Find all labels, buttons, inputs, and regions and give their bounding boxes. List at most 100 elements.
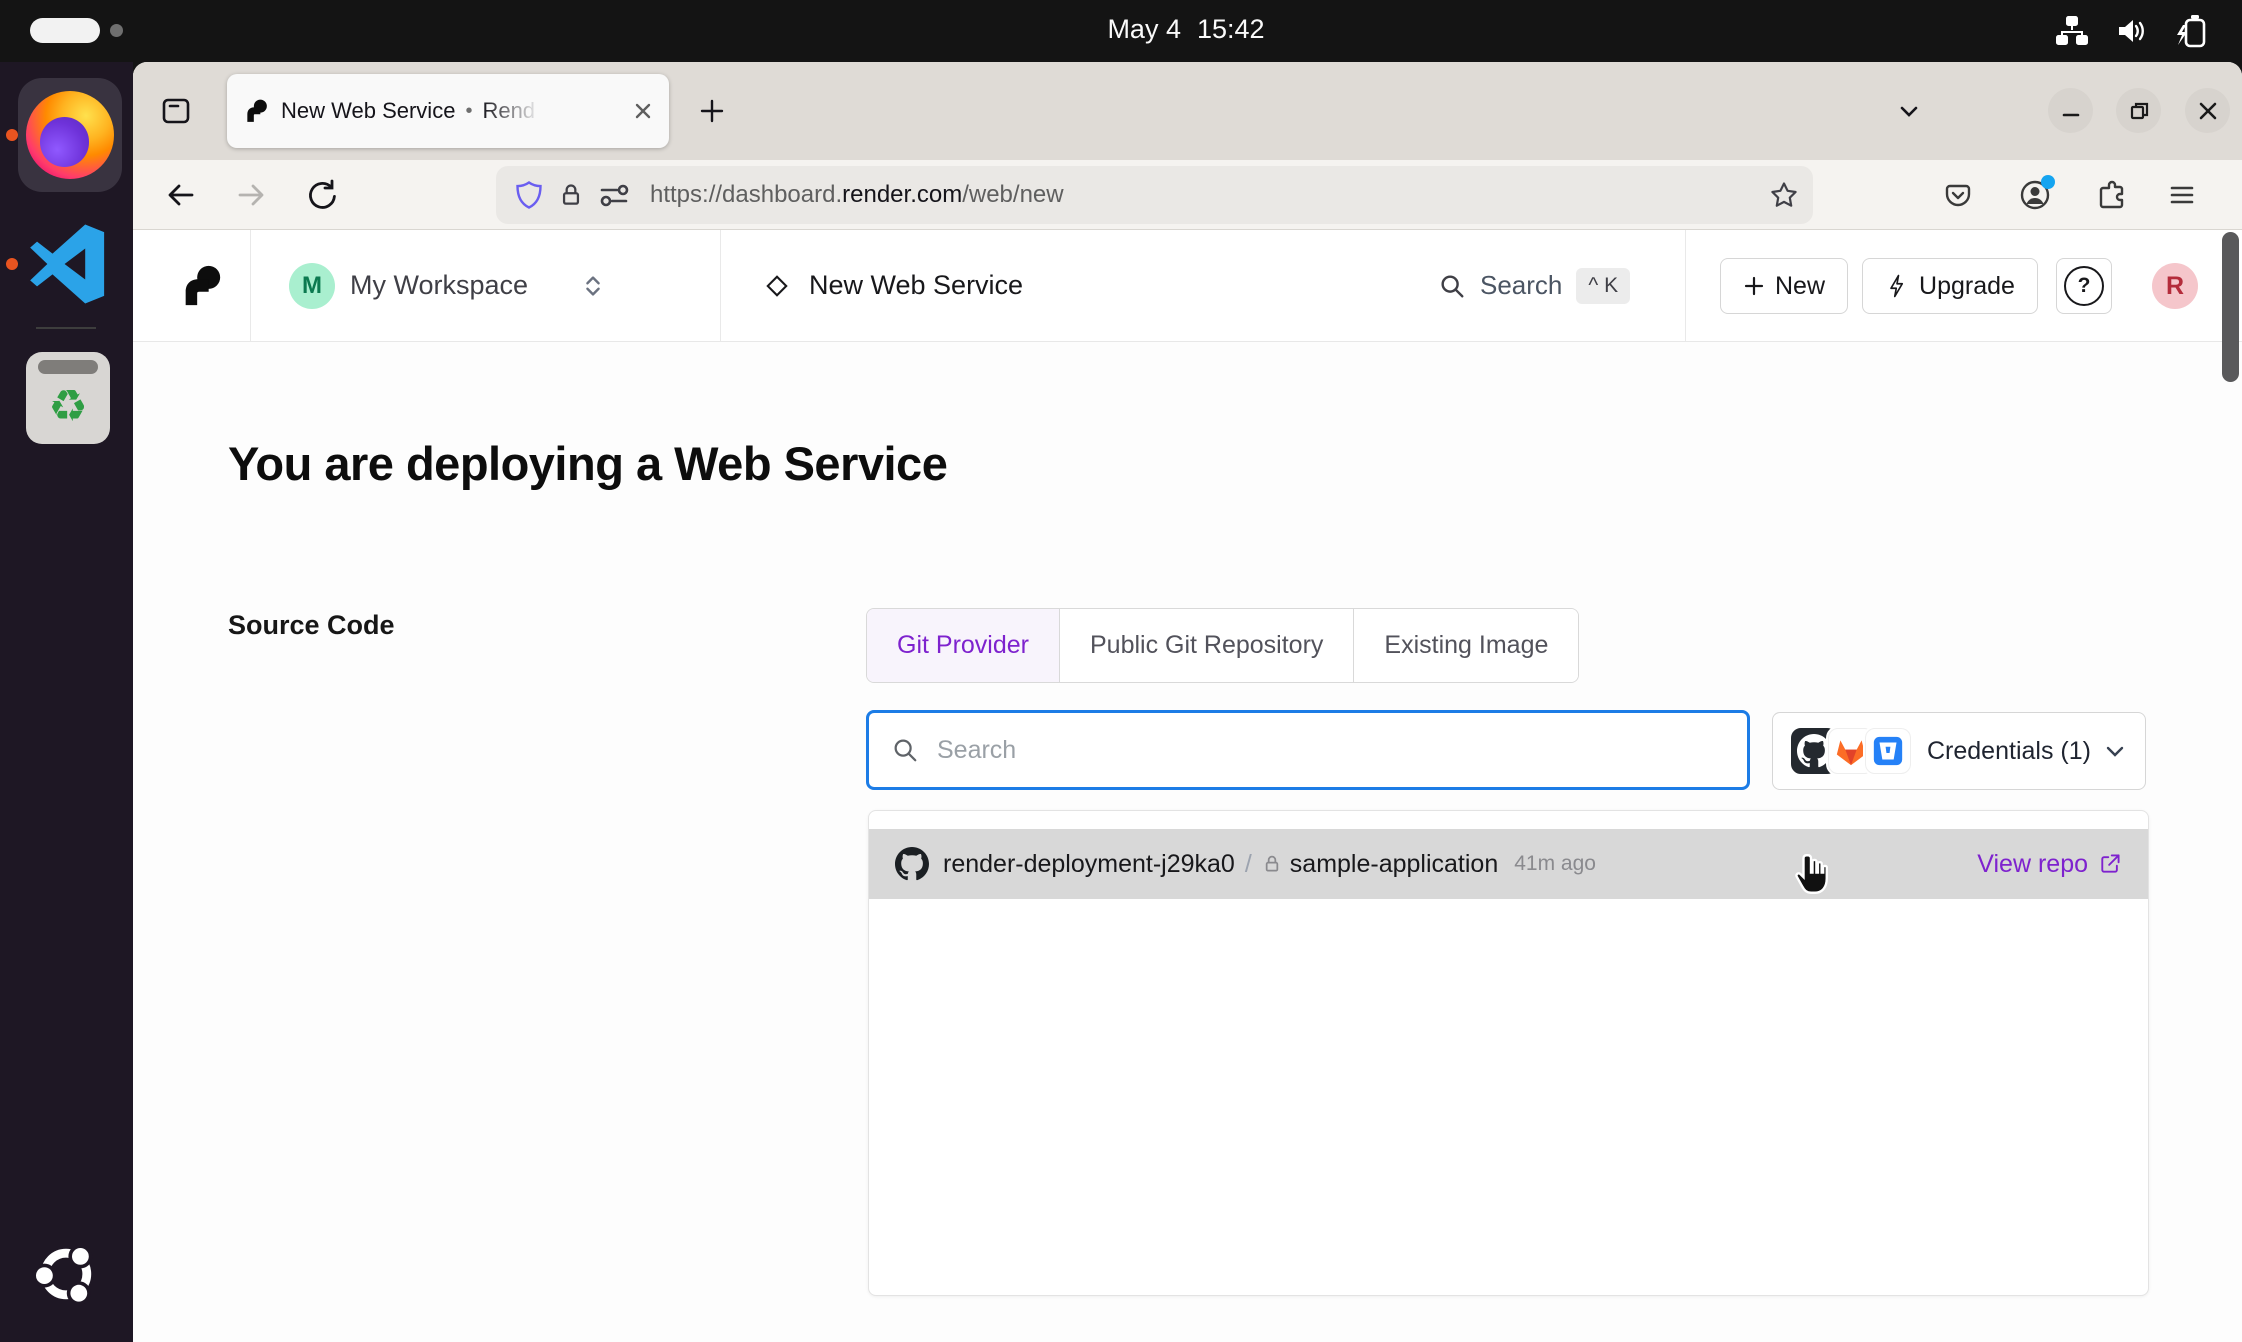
firefox-running-dot: [6, 129, 18, 141]
plus-icon: [1743, 275, 1765, 297]
bitbucket-icon: [1865, 728, 1911, 774]
dock: ♻: [0, 62, 133, 1342]
navigation-bar: https://dashboard.render.com/web/new: [133, 160, 2242, 230]
dock-item-vscode[interactable]: [22, 218, 114, 310]
battery-icon: [2174, 13, 2210, 49]
close-window-icon[interactable]: [2185, 88, 2230, 133]
account-icon[interactable]: [2013, 173, 2057, 217]
firefox-icon: [26, 91, 114, 179]
browser-tab[interactable]: New Web Service • Rend: [227, 74, 669, 148]
volume-icon: [2114, 13, 2150, 49]
user-avatar[interactable]: R: [2152, 263, 2198, 309]
extensions-icon[interactable]: [2090, 173, 2134, 217]
repo-updated-time: 41m ago: [1514, 852, 1596, 876]
repo-separator: /: [1245, 850, 1252, 879]
global-search-label: Search: [1480, 270, 1562, 301]
question-icon: ?: [2064, 266, 2104, 306]
credentials-label: Credentials (1): [1927, 737, 2091, 766]
account-notification-dot: [2041, 175, 2055, 189]
repo-name: sample-application: [1290, 850, 1498, 879]
search-icon: [891, 736, 919, 764]
url-bar[interactable]: https://dashboard.render.com/web/new: [496, 166, 1813, 224]
repo-row[interactable]: render-deployment-j29ka0 / sample-applic…: [869, 829, 2148, 899]
source-tabs: Git Provider Public Git Repository Exist…: [866, 608, 1579, 683]
lock-icon: [1262, 854, 1282, 874]
external-link-icon: [2098, 852, 2122, 876]
repo-search-input[interactable]: [935, 735, 1725, 766]
header-divider: [720, 230, 721, 341]
upgrade-button[interactable]: Upgrade: [1862, 258, 2038, 314]
new-tab-icon[interactable]: [690, 89, 734, 133]
workspace-switcher-chevrons-icon[interactable]: [580, 273, 606, 299]
github-icon: [895, 847, 929, 881]
restore-window-icon[interactable]: [2116, 88, 2161, 133]
credentials-dropdown[interactable]: Credentials (1): [1772, 712, 2146, 790]
network-icon: [2054, 13, 2090, 49]
system-top-bar: May 4 15:42: [0, 0, 2242, 62]
recycle-icon: ♻: [48, 385, 87, 429]
vscode-running-dot: [6, 258, 18, 270]
scrollbar-thumb[interactable]: [2222, 232, 2239, 382]
clock-date: May 4: [1107, 14, 1181, 45]
global-search[interactable]: Search ^ K: [1438, 230, 1630, 341]
reload-icon[interactable]: [299, 173, 343, 217]
repo-owner: render-deployment-j29ka0: [943, 850, 1235, 879]
tab-existing-image[interactable]: Existing Image: [1353, 609, 1578, 682]
main-content: You are deploying a Web Service Source C…: [133, 342, 2242, 1342]
url-prefix: https://dashboard.: [650, 181, 842, 208]
header-divider: [250, 230, 251, 341]
tab-title-suffix: Rend: [482, 98, 546, 124]
service-diamond-icon: [763, 272, 791, 300]
vscode-icon: [25, 221, 111, 307]
back-icon[interactable]: [159, 173, 203, 217]
url-text: https://dashboard.render.com/web/new: [650, 181, 1064, 209]
forward-icon[interactable]: [229, 173, 273, 217]
tab-bar: New Web Service • Rend: [133, 62, 2242, 160]
tab-close-icon[interactable]: [633, 101, 653, 121]
lock-icon[interactable]: [558, 182, 584, 208]
header-divider: [1685, 230, 1686, 341]
system-tray[interactable]: [2054, 13, 2210, 49]
tab-title-separator: •: [465, 100, 472, 123]
render-favicon: [243, 98, 269, 124]
dock-divider: [36, 327, 96, 329]
repo-search-box: [866, 710, 1750, 790]
chevron-down-icon: [2103, 739, 2127, 763]
workspace-indicator-dot: [110, 24, 123, 37]
app-header: M My Workspace New Web Service Search ^ …: [133, 230, 2242, 342]
url-path: /web/new: [962, 181, 1063, 208]
menu-icon[interactable]: [2160, 173, 2204, 217]
trash-lid: [38, 360, 98, 374]
tracking-shield-icon[interactable]: [514, 180, 544, 210]
new-button-label: New: [1775, 272, 1825, 301]
minimize-icon[interactable]: [2048, 88, 2093, 133]
clock-time: 15:42: [1197, 14, 1265, 45]
search-shortcut-badge: ^ K: [1576, 268, 1630, 304]
dock-item-trash[interactable]: ♻: [26, 352, 110, 444]
source-code-label: Source Code: [228, 610, 395, 641]
help-button[interactable]: ?: [2056, 258, 2112, 314]
workspace-name[interactable]: My Workspace: [350, 230, 528, 341]
render-logo-icon[interactable]: [178, 263, 224, 309]
system-clock[interactable]: May 4 15:42: [986, 14, 1386, 45]
bookmark-star-icon[interactable]: [1769, 180, 1799, 210]
tab-git-provider[interactable]: Git Provider: [867, 609, 1059, 682]
tab-title: New Web Service: [281, 98, 455, 124]
view-repo-link[interactable]: View repo: [1977, 850, 2122, 879]
list-tabs-chevron-icon[interactable]: [1889, 91, 1929, 131]
browser-window: New Web Service • Rend: [133, 62, 2242, 1342]
permissions-icon[interactable]: [598, 179, 630, 211]
app-grid-icon[interactable]: [26, 1234, 106, 1314]
lightning-icon: [1885, 274, 1909, 298]
mouse-cursor: [1790, 850, 1838, 898]
workspace-avatar[interactable]: M: [289, 263, 335, 309]
dock-item-firefox[interactable]: [18, 78, 122, 192]
view-repo-label: View repo: [1977, 850, 2088, 879]
search-icon: [1438, 272, 1466, 300]
tab-public-git-repository[interactable]: Public Git Repository: [1059, 609, 1353, 682]
new-button[interactable]: New: [1720, 258, 1848, 314]
url-domain: render.com: [842, 181, 962, 208]
pocket-icon[interactable]: [1936, 173, 1980, 217]
activities-pill[interactable]: [30, 18, 100, 43]
firefox-view-icon[interactable]: [153, 88, 199, 134]
